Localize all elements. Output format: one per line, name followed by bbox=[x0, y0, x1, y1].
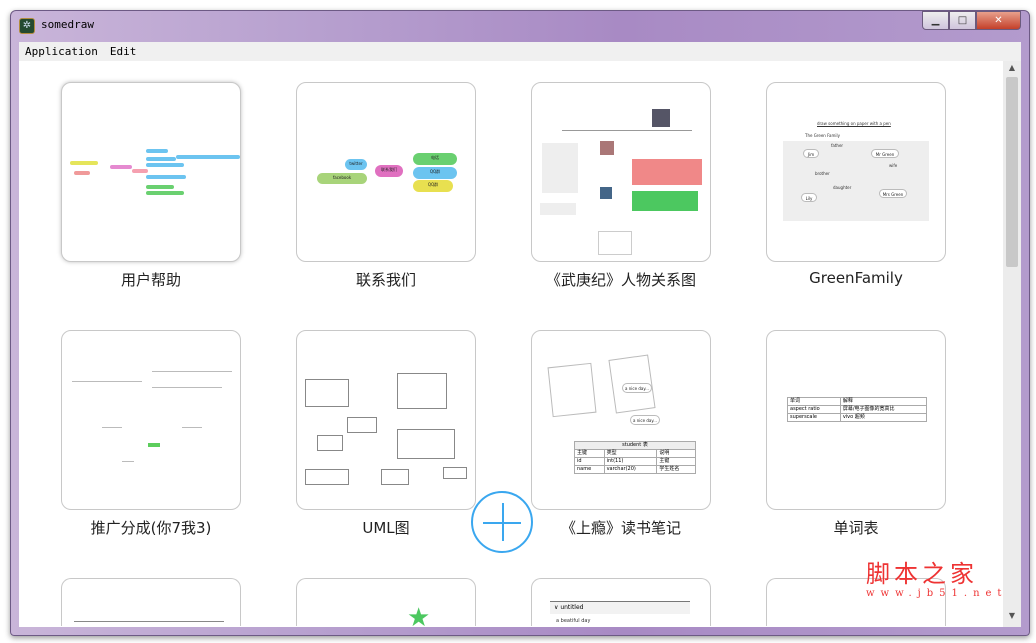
scrollbar-thumb[interactable] bbox=[1006, 77, 1018, 267]
edge-label: wife bbox=[889, 163, 898, 168]
paper-shape bbox=[547, 362, 597, 418]
window-title: somedraw bbox=[41, 18, 94, 31]
card-label: 联系我们 bbox=[355, 271, 416, 289]
document-card[interactable]: 单词 解释 aspect ratio 屏幕/电子图像的宽高比 superscale v… bbox=[766, 330, 946, 510]
node: Mrs Green bbox=[879, 189, 907, 198]
maximize-button[interactable]: □ bbox=[949, 11, 976, 30]
document-card[interactable]: a nice day... a nice day... student 表 主键… bbox=[531, 330, 711, 510]
add-document-button[interactable]: + bbox=[471, 491, 533, 553]
document-card[interactable] bbox=[296, 330, 476, 510]
card-label: 用户帮助 bbox=[120, 271, 181, 289]
title-bar[interactable]: ✲ somedraw ▁ □ ✕ bbox=[11, 11, 1029, 41]
document-card[interactable]: twitter facebook 联系我们 电话 QQ群 QQ群 bbox=[296, 82, 476, 262]
node: facebook bbox=[317, 173, 367, 184]
document-card[interactable]: ∨ untitled a beatiful day bbox=[531, 578, 711, 626]
document-card[interactable] bbox=[61, 578, 241, 626]
menu-application[interactable]: Application bbox=[25, 45, 98, 58]
document-card[interactable] bbox=[61, 330, 241, 510]
menu-edit[interactable]: Edit bbox=[110, 45, 137, 58]
thumb-heading: draw something on paper with a pen bbox=[817, 121, 891, 126]
vertical-scrollbar[interactable]: ▲ ▼ bbox=[1003, 61, 1021, 627]
node: QQ群 bbox=[413, 167, 457, 179]
node: QQ群 bbox=[413, 180, 453, 192]
node: twitter bbox=[345, 159, 367, 170]
card-label: 《武庚纪》人物关系图 bbox=[545, 271, 696, 289]
node: 联系我们 bbox=[375, 165, 403, 177]
bubble: a nice day... bbox=[622, 383, 652, 393]
app-logo-icon: ✲ bbox=[19, 18, 35, 34]
word-table: 单词 解释 aspect ratio 屏幕/电子图像的宽高比 superscale v… bbox=[787, 397, 928, 422]
node: Jim bbox=[803, 149, 819, 158]
edge-label: father bbox=[831, 143, 844, 148]
card-label: UML图 bbox=[362, 519, 410, 537]
card-label: 单词表 bbox=[833, 519, 879, 537]
node: Mr Green bbox=[871, 149, 899, 158]
document-card[interactable] bbox=[531, 82, 711, 262]
document-card[interactable]: draw something on paper with a pen The G… bbox=[766, 82, 946, 262]
scroll-up-icon[interactable]: ▲ bbox=[1003, 63, 1021, 77]
outline-header: ∨ untitled bbox=[550, 601, 690, 614]
outline-text: a beatiful day bbox=[556, 618, 591, 624]
node: 电话 bbox=[413, 153, 457, 165]
menu-bar: Application Edit bbox=[19, 42, 1021, 61]
edge-label: daughter bbox=[833, 185, 852, 190]
edge-label: brother bbox=[815, 171, 830, 176]
document-card[interactable]: ★ bbox=[296, 578, 476, 626]
close-button[interactable]: ✕ bbox=[976, 11, 1021, 30]
watermark: 脚本之家 www.jb51.net bbox=[866, 560, 1008, 599]
card-label: GreenFamily bbox=[809, 269, 903, 287]
minimize-button[interactable]: ▁ bbox=[922, 11, 949, 30]
card-label: 《上瘾》读书笔记 bbox=[560, 519, 681, 537]
document-card[interactable] bbox=[61, 82, 241, 262]
card-label: 推广分成(你7我3) bbox=[90, 519, 212, 537]
star-shape: ★ bbox=[407, 603, 431, 626]
node: Lily bbox=[801, 193, 817, 202]
student-table: student 表 主键 类型 说明 id int(11) 主键 name varchar… bbox=[574, 441, 696, 474]
scroll-down-icon[interactable]: ▼ bbox=[1003, 611, 1021, 625]
bubble: a nice day... bbox=[630, 415, 660, 425]
thumb-subtitle: The Green Family bbox=[805, 133, 840, 138]
